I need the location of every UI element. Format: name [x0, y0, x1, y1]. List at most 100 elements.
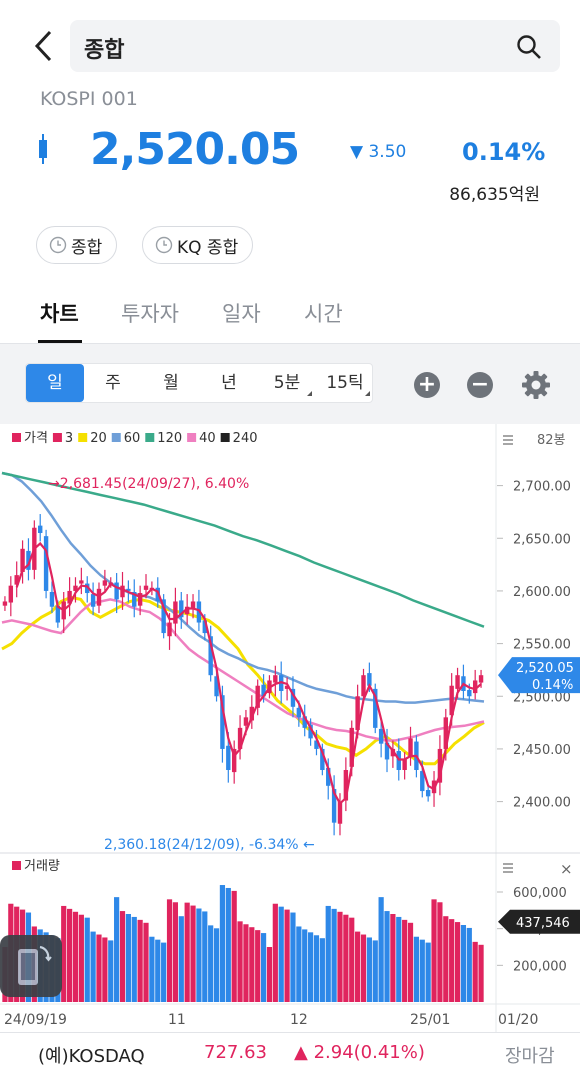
candle-body — [120, 585, 125, 598]
period-day[interactable]: 일 — [26, 364, 84, 402]
volume-bar — [472, 941, 478, 1002]
legend-swatch — [187, 433, 197, 442]
volume-bar — [196, 908, 202, 1002]
candle-body — [361, 675, 366, 697]
volume-bar — [213, 928, 220, 1002]
ma-line-120 — [1, 471, 485, 628]
volume-bar — [343, 914, 349, 1002]
period-month[interactable]: 월 — [142, 364, 200, 402]
search-query[interactable]: 종합 — [84, 32, 124, 64]
volume-bar — [72, 911, 79, 1002]
zoom-out-icon[interactable]: − — [467, 372, 493, 398]
legend-swatch — [12, 433, 21, 442]
candle-body — [478, 675, 484, 683]
volume-bar — [161, 942, 167, 1002]
candle-body — [408, 738, 413, 758]
volume-bar — [272, 903, 278, 1002]
volume-bar — [102, 937, 108, 1002]
x-tick-label: 24/09/19 — [4, 1012, 67, 1028]
bottom-ticker[interactable]: (예)KOSDAQ 727.63 ▲ 2.94(0.41%) 장마감 — [0, 1032, 580, 1072]
candle-body — [2, 601, 8, 606]
current-price: 2,520.05 — [90, 124, 300, 175]
rotate-phone-icon — [18, 945, 52, 985]
volume-bar — [119, 911, 126, 1002]
zoom-in-icon[interactable]: + — [414, 372, 440, 398]
legend: 가격 3 20 60 120 40 240 — [12, 431, 258, 446]
volume-menu-icon[interactable] — [503, 863, 513, 873]
ticker-price: 727.63 — [204, 1042, 267, 1063]
chip-kq-composite[interactable]: KQ 종합 — [142, 226, 254, 264]
candle-body — [226, 745, 231, 770]
tab-investor[interactable]: 투자자 — [121, 298, 179, 328]
volume-legend-label: 거래량 — [24, 859, 60, 874]
period-selector: 일 주 월 년 5분 15틱 — [25, 363, 373, 403]
period-15tick[interactable]: 15틱 — [316, 364, 374, 402]
y-tick-label: 2,400.00 — [513, 796, 571, 811]
chip-kospi-composite[interactable]: 종합 — [36, 226, 118, 264]
period-5min[interactable]: 5분 — [258, 364, 316, 402]
volume-bar — [143, 922, 149, 1002]
legend-label: 20 — [90, 431, 107, 446]
chart-menu-icon[interactable] — [503, 435, 513, 445]
volume-bar — [278, 906, 284, 1002]
volume-bar — [266, 947, 273, 1002]
candle-body — [114, 582, 119, 600]
y-tick-label: 2,700.00 — [513, 480, 571, 495]
bar-count: 82봉 — [537, 433, 566, 448]
y-tick-label: 2,550.00 — [513, 638, 571, 653]
volume-bar — [325, 905, 331, 1002]
candles — [2, 514, 484, 836]
search-icon[interactable] — [516, 34, 542, 60]
candle-body — [273, 675, 278, 683]
annotations: →2,681.45(24/09/27), 6.40% 2,360.18(24/12… — [48, 476, 580, 853]
last-price-label: 2,520.05 — [516, 661, 574, 676]
legend-label: 120 — [157, 431, 182, 446]
period-year[interactable]: 년 — [200, 364, 258, 402]
volume-bar — [296, 926, 302, 1002]
volume-bar — [190, 905, 196, 1002]
volume-bar — [460, 925, 467, 1002]
triangle-down-icon: ▼ — [350, 142, 364, 162]
search-field[interactable]: 종합 — [70, 20, 560, 72]
volume-bar — [125, 914, 131, 1002]
legend-swatch — [145, 433, 155, 442]
candle-body — [425, 790, 431, 797]
volume-bar — [437, 902, 443, 1002]
candle-body — [378, 728, 384, 744]
volume-bar — [413, 936, 420, 1002]
tab-chart[interactable]: 차트 — [40, 298, 79, 328]
candle-body — [243, 717, 249, 726]
candle-body — [455, 675, 460, 689]
candle-body — [137, 593, 143, 606]
volume-bar — [178, 916, 184, 1002]
dropdown-corner-icon — [307, 391, 312, 396]
candle-body — [49, 591, 55, 607]
tab-daily[interactable]: 일자 — [222, 298, 261, 328]
volume-bar — [149, 936, 155, 1002]
candle-body — [8, 585, 14, 603]
volume-bar — [307, 932, 314, 1002]
rotate-screen-button[interactable] — [0, 935, 62, 997]
volume-tick-label: 200,000 — [513, 959, 567, 974]
chevron-left-icon[interactable] — [30, 28, 62, 68]
volume-bar — [84, 917, 90, 1002]
volume-bar — [131, 916, 137, 1002]
volume-bar — [255, 930, 261, 1002]
volume-bar — [466, 927, 472, 1002]
clock-icon — [155, 236, 173, 254]
tab-time[interactable]: 시간 — [304, 298, 343, 328]
price-chart[interactable]: 가격 3 20 60 120 40 240 82봉 2,700.00 2,650.00 2,60… — [0, 424, 580, 1032]
x-tick-label: 11 — [168, 1012, 186, 1028]
volume-bar — [90, 931, 96, 1002]
candle-body — [102, 580, 108, 586]
volume-bar — [431, 899, 437, 1002]
gear-icon[interactable] — [521, 370, 551, 400]
tab-underline — [38, 340, 82, 343]
close-icon[interactable]: × — [560, 860, 573, 878]
x-tick-label: 25/01 — [410, 1012, 450, 1028]
legend-label: 3 — [65, 431, 73, 446]
volume-bar — [114, 897, 120, 1002]
volume-bar — [260, 933, 267, 1002]
period-week[interactable]: 주 — [84, 364, 142, 402]
candle-body — [167, 622, 172, 637]
